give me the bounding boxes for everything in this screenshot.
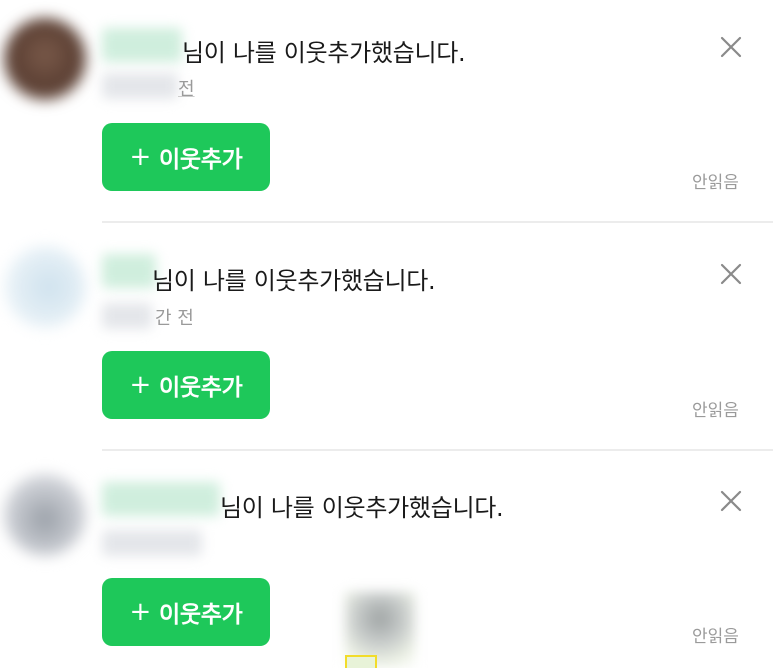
notification-message: 님이 나를 이웃추가했습니다.	[220, 494, 504, 522]
notification-message: 님이 나를 이웃추가했습니다.	[182, 39, 466, 67]
thumbnail-badge	[345, 655, 377, 668]
unread-label: 안읽음	[692, 173, 739, 193]
notification-message: 님이 나를 이웃추가했습니다.	[152, 267, 436, 295]
notification-time: 간 전	[155, 308, 194, 329]
blurred-timestamp	[102, 73, 178, 99]
close-icon	[720, 490, 742, 512]
plus-icon: +	[129, 370, 152, 400]
blurred-username[interactable]	[102, 482, 220, 516]
add-neighbor-button[interactable]: + 이웃추가	[102, 123, 270, 191]
avatar[interactable]	[4, 18, 86, 100]
avatar[interactable]	[4, 246, 86, 328]
divider	[102, 449, 773, 451]
blurred-timestamp	[102, 303, 152, 329]
close-button[interactable]	[716, 486, 746, 516]
divider	[102, 221, 773, 223]
blurred-username[interactable]	[102, 28, 182, 62]
plus-icon: +	[129, 142, 152, 172]
close-button[interactable]	[716, 32, 746, 62]
unread-label: 안읽음	[692, 627, 739, 647]
unread-label: 안읽음	[692, 401, 739, 421]
plus-icon: +	[129, 597, 152, 627]
avatar[interactable]	[4, 474, 86, 556]
add-neighbor-button[interactable]: + 이웃추가	[102, 578, 270, 646]
add-neighbor-button[interactable]: + 이웃추가	[102, 351, 270, 419]
close-button[interactable]	[716, 259, 746, 289]
notification-time: 전	[178, 79, 195, 100]
close-icon	[720, 36, 742, 58]
blurred-timestamp	[102, 530, 202, 556]
blurred-username[interactable]	[102, 254, 156, 288]
add-neighbor-label: 이웃추가	[159, 602, 243, 628]
add-neighbor-label: 이웃추가	[159, 375, 243, 401]
add-neighbor-label: 이웃추가	[159, 147, 243, 173]
close-icon	[720, 263, 742, 285]
